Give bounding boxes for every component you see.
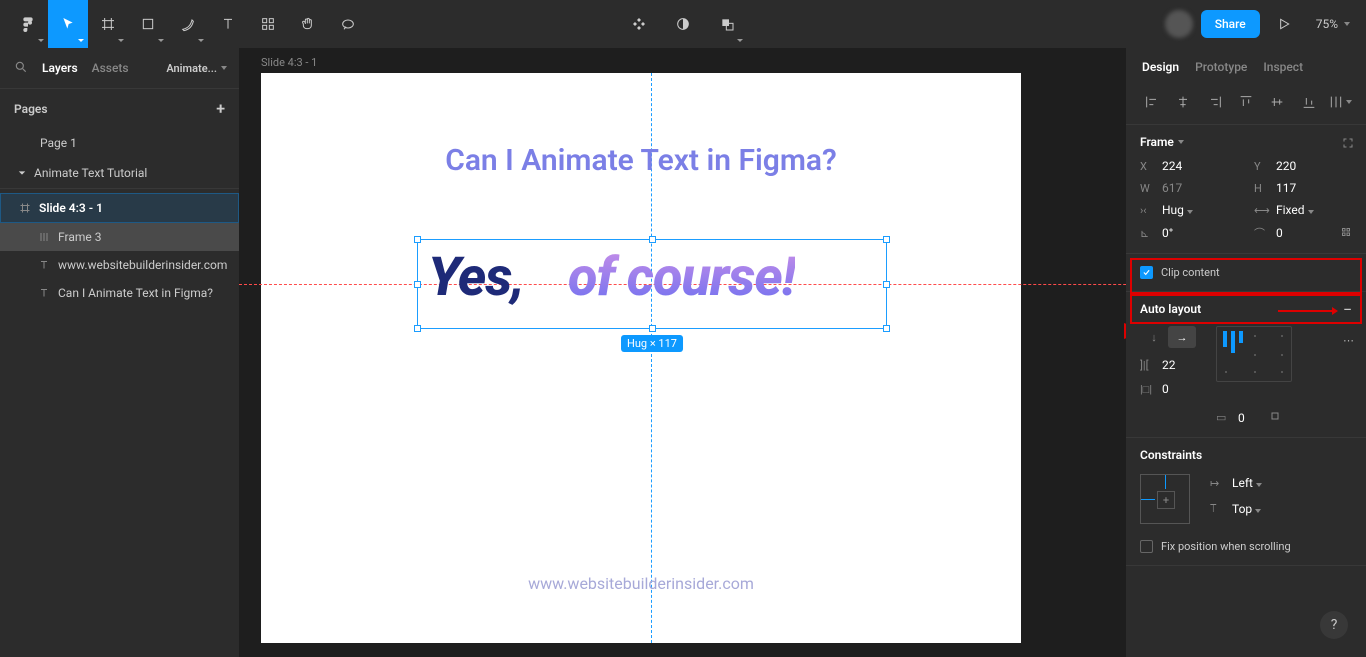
layer-row-root[interactable]: Slide 4:3 - 1 [0, 193, 239, 223]
layer-row-title[interactable]: Can I Animate Text in Figma? [0, 279, 239, 307]
align-right[interactable] [1201, 90, 1228, 114]
frame-tool[interactable] [88, 0, 128, 48]
clip-content-section: Clip content [1126, 254, 1366, 292]
rotation-icon: ⊾ [1140, 227, 1154, 240]
page-row[interactable]: Page 1 [0, 128, 239, 158]
text-icon [38, 287, 50, 299]
text-tool[interactable] [208, 0, 248, 48]
chevron-down-icon [18, 166, 26, 180]
align-left[interactable] [1138, 90, 1165, 114]
boolean-tool[interactable] [707, 0, 747, 48]
design-tab[interactable]: Design [1142, 60, 1179, 74]
radius-input[interactable]: 0 [1276, 226, 1283, 240]
w-sizing[interactable]: Hug [1162, 203, 1193, 217]
layer-row-url[interactable]: www.websitebuilderinsider.com [0, 251, 239, 279]
zoom-level[interactable]: 75% [1308, 17, 1358, 31]
rotation-input[interactable]: 0° [1162, 226, 1173, 240]
layer-row-frame3[interactable]: Frame 3 [0, 223, 239, 251]
fix-position-label: Fix position when scrolling [1161, 540, 1291, 553]
padding-h-icon: |□| [1140, 383, 1154, 396]
text-course: of course! [568, 246, 795, 309]
align-distribute[interactable] [1327, 90, 1354, 114]
padding-expand-icon[interactable] [1269, 410, 1281, 425]
share-button[interactable]: Share [1201, 10, 1260, 38]
direction-horizontal[interactable]: → [1168, 326, 1196, 348]
pen-tool[interactable] [168, 0, 208, 48]
align-top[interactable] [1232, 90, 1259, 114]
file-name[interactable]: Animate... [166, 62, 227, 75]
component-tool[interactable] [619, 0, 659, 48]
search-icon[interactable] [14, 60, 28, 77]
prototype-tab[interactable]: Prototype [1195, 60, 1247, 74]
spacing-icon: ]|[ [1140, 359, 1154, 372]
layers-tab[interactable]: Layers [42, 61, 78, 75]
canvas[interactable]: Slide 4:3 - 1 Can I Animate Text in Figm… [239, 48, 1126, 657]
x-input[interactable]: 224 [1162, 159, 1182, 173]
alignment-preview[interactable] [1216, 326, 1292, 382]
align-row [1126, 84, 1366, 125]
h-sizing[interactable]: Fixed [1276, 203, 1314, 217]
add-page-button[interactable]: + [216, 99, 225, 118]
hand-tool[interactable] [288, 0, 328, 48]
avatar[interactable] [1165, 10, 1193, 38]
more-options-button[interactable]: ⋯ [1343, 334, 1354, 347]
padding-h-input[interactable]: 0 [1162, 382, 1169, 396]
left-panel: Layers Assets Animate... Pages + Page 1 … [0, 48, 239, 657]
h-input[interactable]: 117 [1276, 181, 1296, 195]
artboard[interactable]: Can I Animate Text in Figma? Yes, of cou… [261, 73, 1021, 643]
right-panel: Design Prototype Inspect Frame X224 Y220 [1126, 48, 1366, 657]
clip-content-checkbox[interactable] [1140, 266, 1153, 279]
constraints-widget[interactable]: + [1140, 474, 1190, 524]
mask-tool[interactable] [663, 0, 703, 48]
assets-tab[interactable]: Assets [92, 61, 129, 75]
fixed-icon: ⟷ [1254, 204, 1268, 217]
toolbar: Share 75% [0, 0, 1366, 48]
padding-v-input[interactable]: 0 [1238, 411, 1245, 425]
move-tool[interactable] [48, 0, 88, 48]
shape-tool[interactable] [128, 0, 168, 48]
footer-url: www.websitebuilderinsider.com [261, 574, 1021, 593]
frame-section: Frame X224 Y220 W617 H117 ›‹Hug ⟷Fixed ⊾… [1126, 125, 1366, 254]
remove-autolayout-button[interactable]: − [1343, 302, 1352, 318]
figma-menu-button[interactable] [8, 0, 48, 48]
radius-expand-icon[interactable] [1340, 226, 1352, 241]
dimension-badge: Hug × 117 [621, 335, 683, 352]
present-button[interactable] [1268, 0, 1300, 48]
clip-content-label: Clip content [1161, 266, 1220, 279]
frame-label[interactable]: Slide 4:3 - 1 [239, 48, 1126, 73]
text-yes: Yes, [428, 246, 524, 309]
w-input[interactable]: 617 [1162, 181, 1182, 195]
autolayout-section: Auto layout − ↓ → ]|[22 |□|0 [1126, 292, 1366, 438]
direction-vertical[interactable]: ↓ [1140, 326, 1168, 348]
comment-tool[interactable] [328, 0, 368, 48]
pages-label: Pages [14, 102, 48, 116]
resources-tool[interactable] [248, 0, 288, 48]
padding-v-icon: ▭ [1216, 411, 1230, 424]
y-input[interactable]: 220 [1276, 159, 1296, 173]
hug-icon: ›‹ [1140, 204, 1154, 217]
inspect-tab[interactable]: Inspect [1263, 60, 1303, 74]
annotation-arrow [1278, 306, 1338, 319]
align-hcenter[interactable] [1169, 90, 1196, 114]
constraint-v[interactable]: Top [1232, 502, 1261, 516]
help-button[interactable]: ? [1320, 611, 1348, 639]
selection-frame[interactable]: Yes, of course! Hug × 117 [417, 239, 887, 329]
fix-position-checkbox[interactable] [1140, 540, 1153, 553]
align-bottom[interactable] [1295, 90, 1322, 114]
text-icon [38, 259, 50, 271]
frame-icon [19, 202, 31, 214]
constraints-section: Constraints + ↦Left ⟙Top Fix position wh… [1126, 438, 1366, 566]
resize-to-fit-icon[interactable] [1342, 137, 1354, 152]
align-vcenter[interactable] [1264, 90, 1291, 114]
radius-icon: ⌒ [1254, 225, 1268, 241]
autolayout-icon [38, 231, 50, 243]
spacing-input[interactable]: 22 [1162, 358, 1176, 372]
slide-title: Can I Animate Text in Figma? [261, 143, 1021, 178]
page-row[interactable]: Animate Text Tutorial [0, 158, 239, 188]
constraint-h[interactable]: Left [1232, 476, 1262, 490]
